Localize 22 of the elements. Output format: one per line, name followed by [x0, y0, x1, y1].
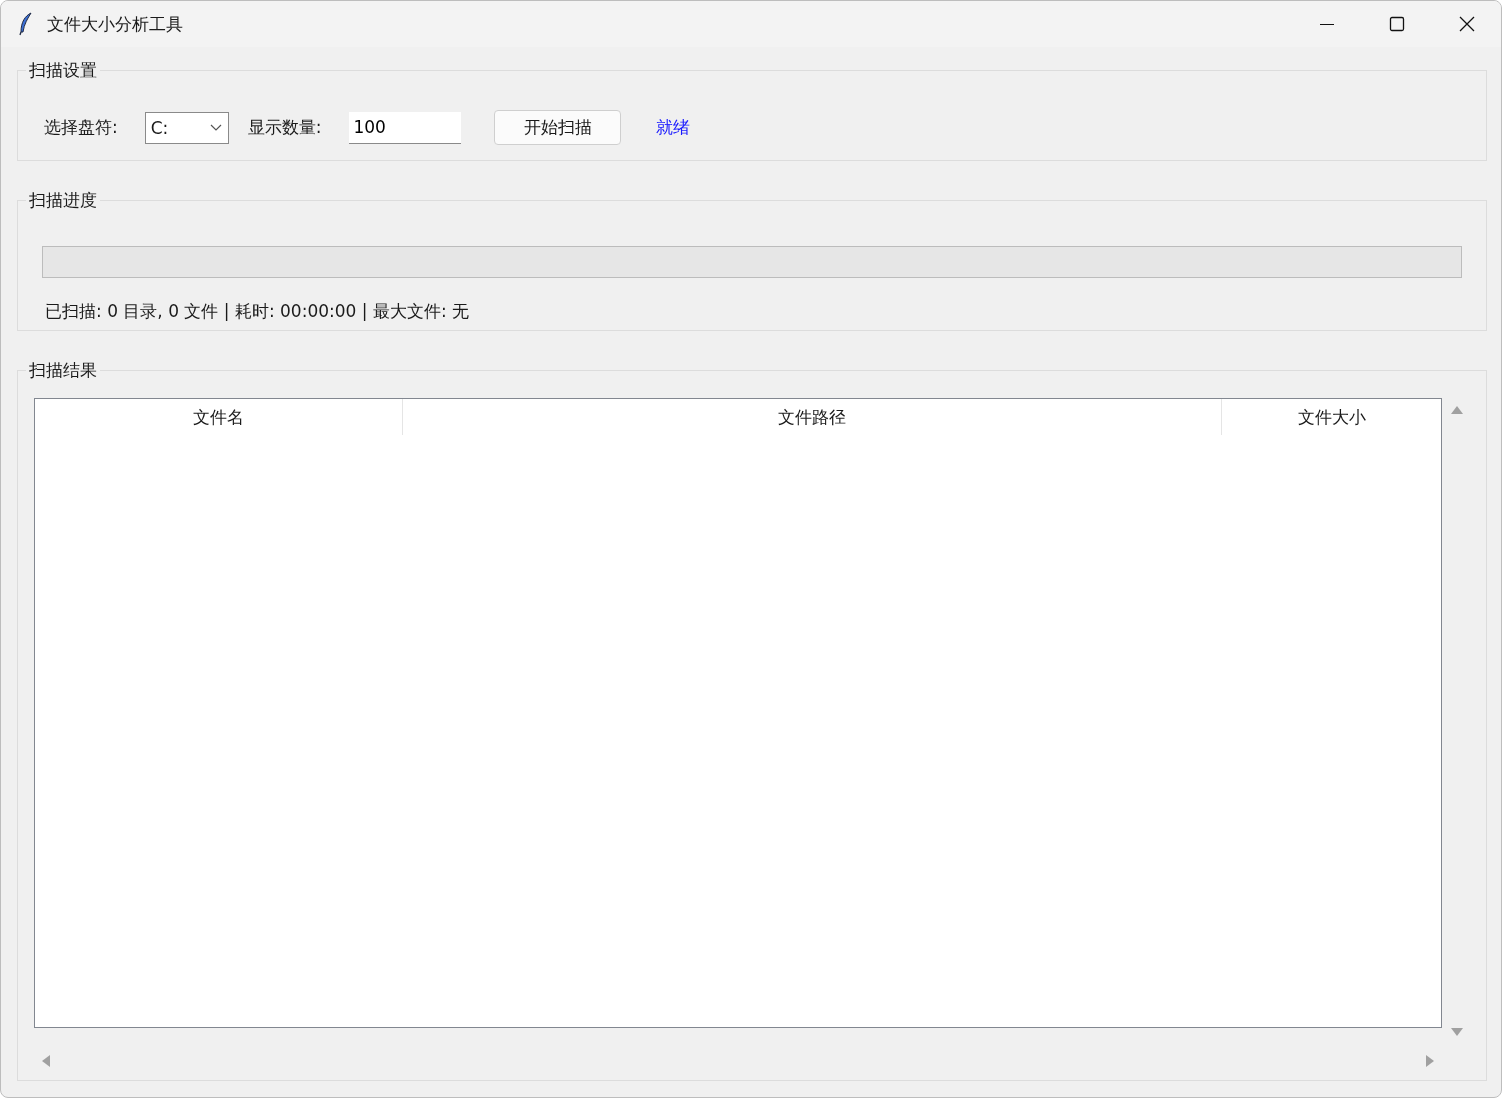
chevron-down-icon: [209, 123, 222, 132]
section-title: 扫描结果: [28, 359, 98, 382]
scroll-down-icon[interactable]: [1451, 1028, 1463, 1036]
drive-label: 选择盘符:: [44, 116, 118, 139]
window-title: 文件大小分析工具: [47, 12, 183, 36]
column-header[interactable]: 文件名: [35, 399, 403, 435]
scroll-right-icon[interactable]: [1426, 1055, 1434, 1067]
column-header[interactable]: 文件大小: [1222, 399, 1441, 435]
scan-summary-text: 已扫描: 0 目录, 0 文件 | 耗时: 00:00:00 | 最大文件: 无: [45, 300, 471, 323]
drive-dropdown[interactable]: C:: [144, 111, 229, 144]
maximize-icon[interactable]: [1389, 16, 1405, 32]
scroll-left-icon[interactable]: [42, 1055, 50, 1067]
section-title: 扫描进度: [28, 189, 98, 212]
status-text: 就绪: [656, 116, 691, 139]
section-title: 扫描设置: [28, 59, 98, 82]
feather-icon: [19, 12, 33, 36]
scroll-up-icon[interactable]: [1451, 406, 1463, 414]
count-input-field[interactable]: 100: [349, 111, 462, 144]
close-icon[interactable]: [1459, 16, 1475, 32]
column-header[interactable]: 文件路径: [403, 399, 1222, 435]
count-label: 显示数量:: [247, 116, 322, 139]
start-scan-button[interactable]: 开始扫描: [494, 110, 622, 145]
